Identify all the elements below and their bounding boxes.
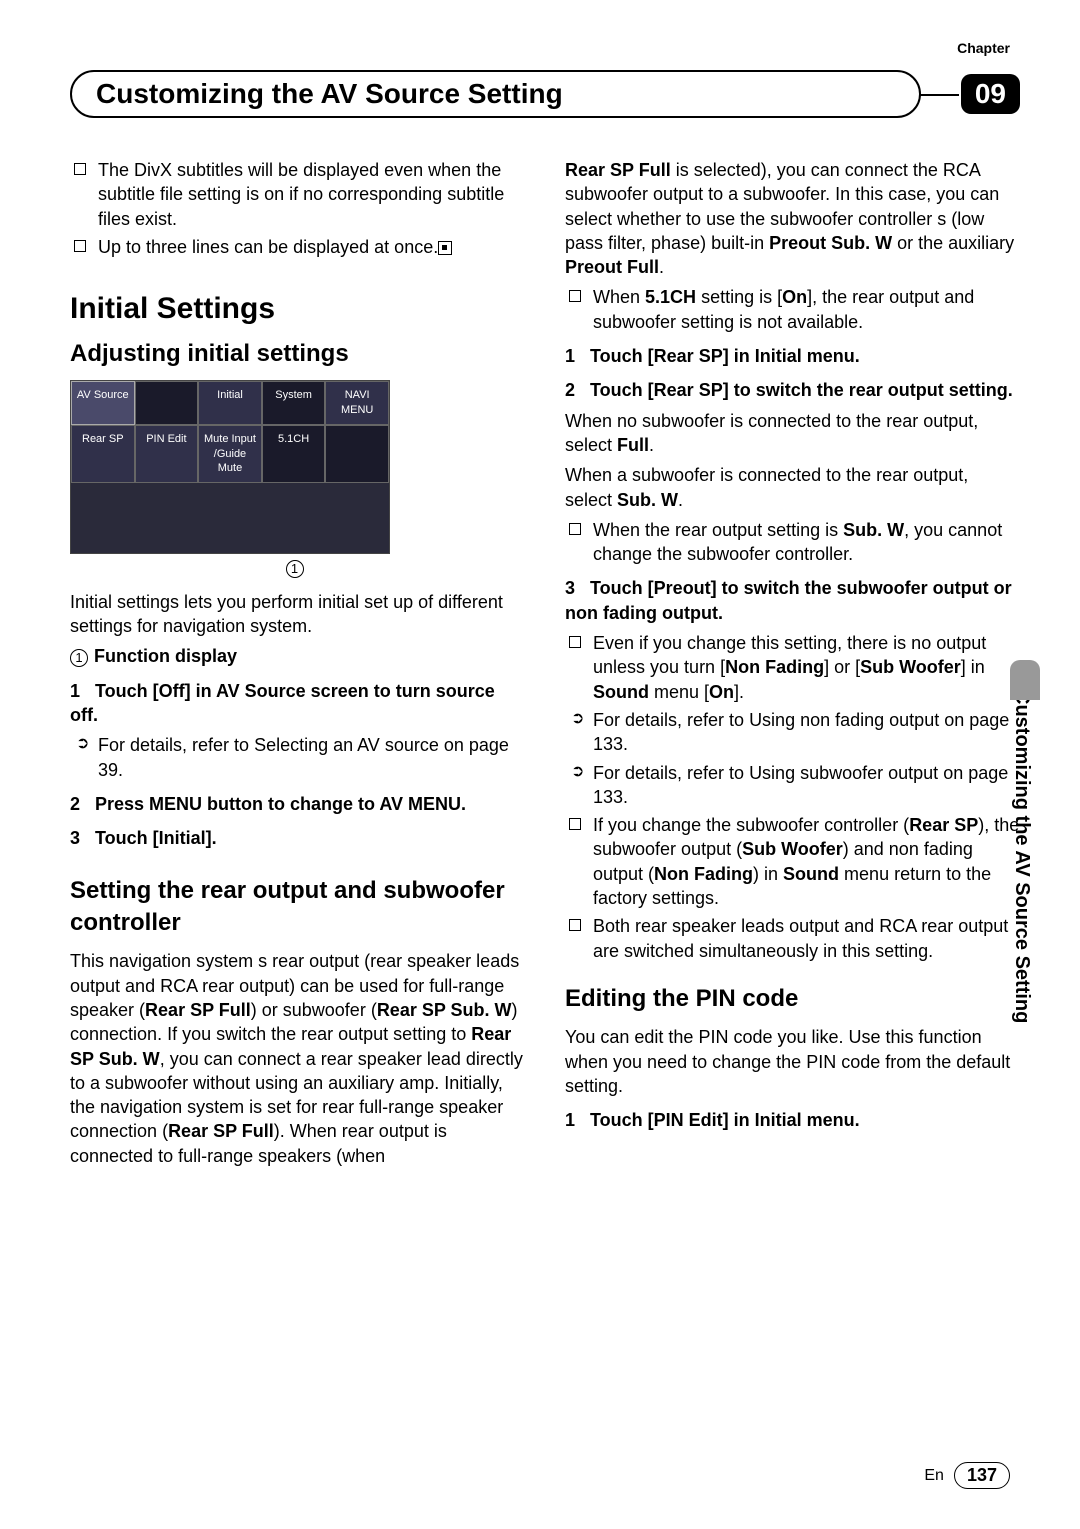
list-item: For details, refer to Using non fading o… [593,708,1020,757]
footer-language: En [924,1467,944,1485]
paragraph: Rear SP Full is selected), you can conne… [565,158,1020,279]
step-text: Touch [PIN Edit] in Initial menu. [590,1110,860,1130]
screenshot-cell: Mute Input /Guide Mute [198,425,262,484]
paragraph: This navigation system s rear output (re… [70,949,525,1168]
circled-number-icon: 1 [70,649,88,667]
chapter-label: Chapter [957,40,1010,56]
screenshot-cell: Initial [198,381,262,425]
bullet-text: The DivX subtitles will be displayed eve… [98,160,504,229]
step-text: Touch [Rear SP] in Initial menu. [590,346,860,366]
list-item: The DivX subtitles will be displayed eve… [98,158,525,231]
list-item: Even if you change this setting, there i… [593,631,1020,704]
figure-caption: 1 [70,558,525,580]
function-display-label: 1 Function display [70,644,525,668]
box-bullet-icon [569,636,581,648]
subsection-heading: Editing the PIN code [565,983,1020,1015]
circled-number-icon: 1 [286,560,304,578]
side-tab: Customizing the AV Source Setting [1010,690,1040,1160]
initial-menu-screenshot: AV Source Initial System NAVI MENU Rear … [70,380,390,554]
box-bullet-icon [569,919,581,931]
label-text: Function display [94,646,237,666]
screenshot-cell [325,425,389,484]
bullet-text: Up to three lines can be displayed at on… [98,237,438,257]
link-text: Selecting an AV source [254,735,439,755]
step-text: Touch [Preout] to switch the subwoofer o… [565,578,1012,622]
list-item: When the rear output setting is Sub. W, … [593,518,1020,567]
step-text: Press MENU button to change to AV MENU. [95,794,466,814]
box-bullet-icon [74,240,86,252]
screenshot-cell: Rear SP [71,425,135,484]
step: 3 Touch [Initial]. [70,826,525,850]
list-item: For details, refer to Using subwoofer ou… [593,761,1020,810]
step-text: Touch [Off] in AV Source screen to turn … [70,681,495,725]
header-title: Customizing the AV Source Setting [70,70,921,118]
chapter-number-badge: 09 [961,74,1020,114]
screenshot-cell: 5.1CH [262,425,326,484]
left-column: The DivX subtitles will be displayed eve… [70,158,525,1174]
box-bullet-icon [569,290,581,302]
box-bullet-icon [569,523,581,535]
footer: En 137 [924,1462,1010,1489]
list-item: For details, refer to Selecting an AV so… [98,733,525,782]
step: 1 Touch [PIN Edit] in Initial menu. [565,1108,1020,1132]
text: For details, refer to [98,735,254,755]
screenshot-cell: AV Source [71,381,135,425]
box-bullet-icon [569,818,581,830]
right-column: Rear SP Full is selected), you can conne… [565,158,1020,1174]
box-bullet-icon [74,163,86,175]
step: 1 Touch [Off] in AV Source screen to tur… [70,679,525,728]
page-number: 137 [954,1462,1010,1489]
step: 2 Touch [Rear SP] to switch the rear out… [565,378,1020,402]
section-heading: Initial Settings [70,289,525,330]
screenshot-cell: PIN Edit [135,425,199,484]
list-item: When 5.1CH setting is [On], the rear out… [593,285,1020,334]
end-mark-icon [438,241,452,255]
paragraph: When a subwoofer is connected to the rea… [565,463,1020,512]
subsection-heading: Setting the rear output and subwoofer co… [70,875,525,940]
list-item: Both rear speaker leads output and RCA r… [593,914,1020,963]
screenshot-cell [135,381,199,425]
step: 1 Touch [Rear SP] in Initial menu. [565,344,1020,368]
screenshot-cell: System [262,381,326,425]
subsection-heading: Adjusting initial settings [70,338,525,370]
step: 3 Touch [Preout] to switch the subwoofer… [565,576,1020,625]
side-tab-text: Customizing the AV Source Setting [1010,690,1033,1160]
step-text: Touch [Initial]. [95,828,217,848]
paragraph: You can edit the PIN code you like. Use … [565,1025,1020,1098]
header-bar: Customizing the AV Source Setting 09 [70,70,1020,118]
step-text: Touch [Rear SP] to switch the rear outpu… [590,380,1013,400]
paragraph: Initial settings lets you perform initia… [70,590,525,639]
screenshot-cell: NAVI MENU [325,381,389,425]
paragraph: When no subwoofer is connected to the re… [565,409,1020,458]
list-item: Up to three lines can be displayed at on… [98,235,525,259]
list-item: If you change the subwoofer controller (… [593,813,1020,910]
step: 2 Press MENU button to change to AV MENU… [70,792,525,816]
